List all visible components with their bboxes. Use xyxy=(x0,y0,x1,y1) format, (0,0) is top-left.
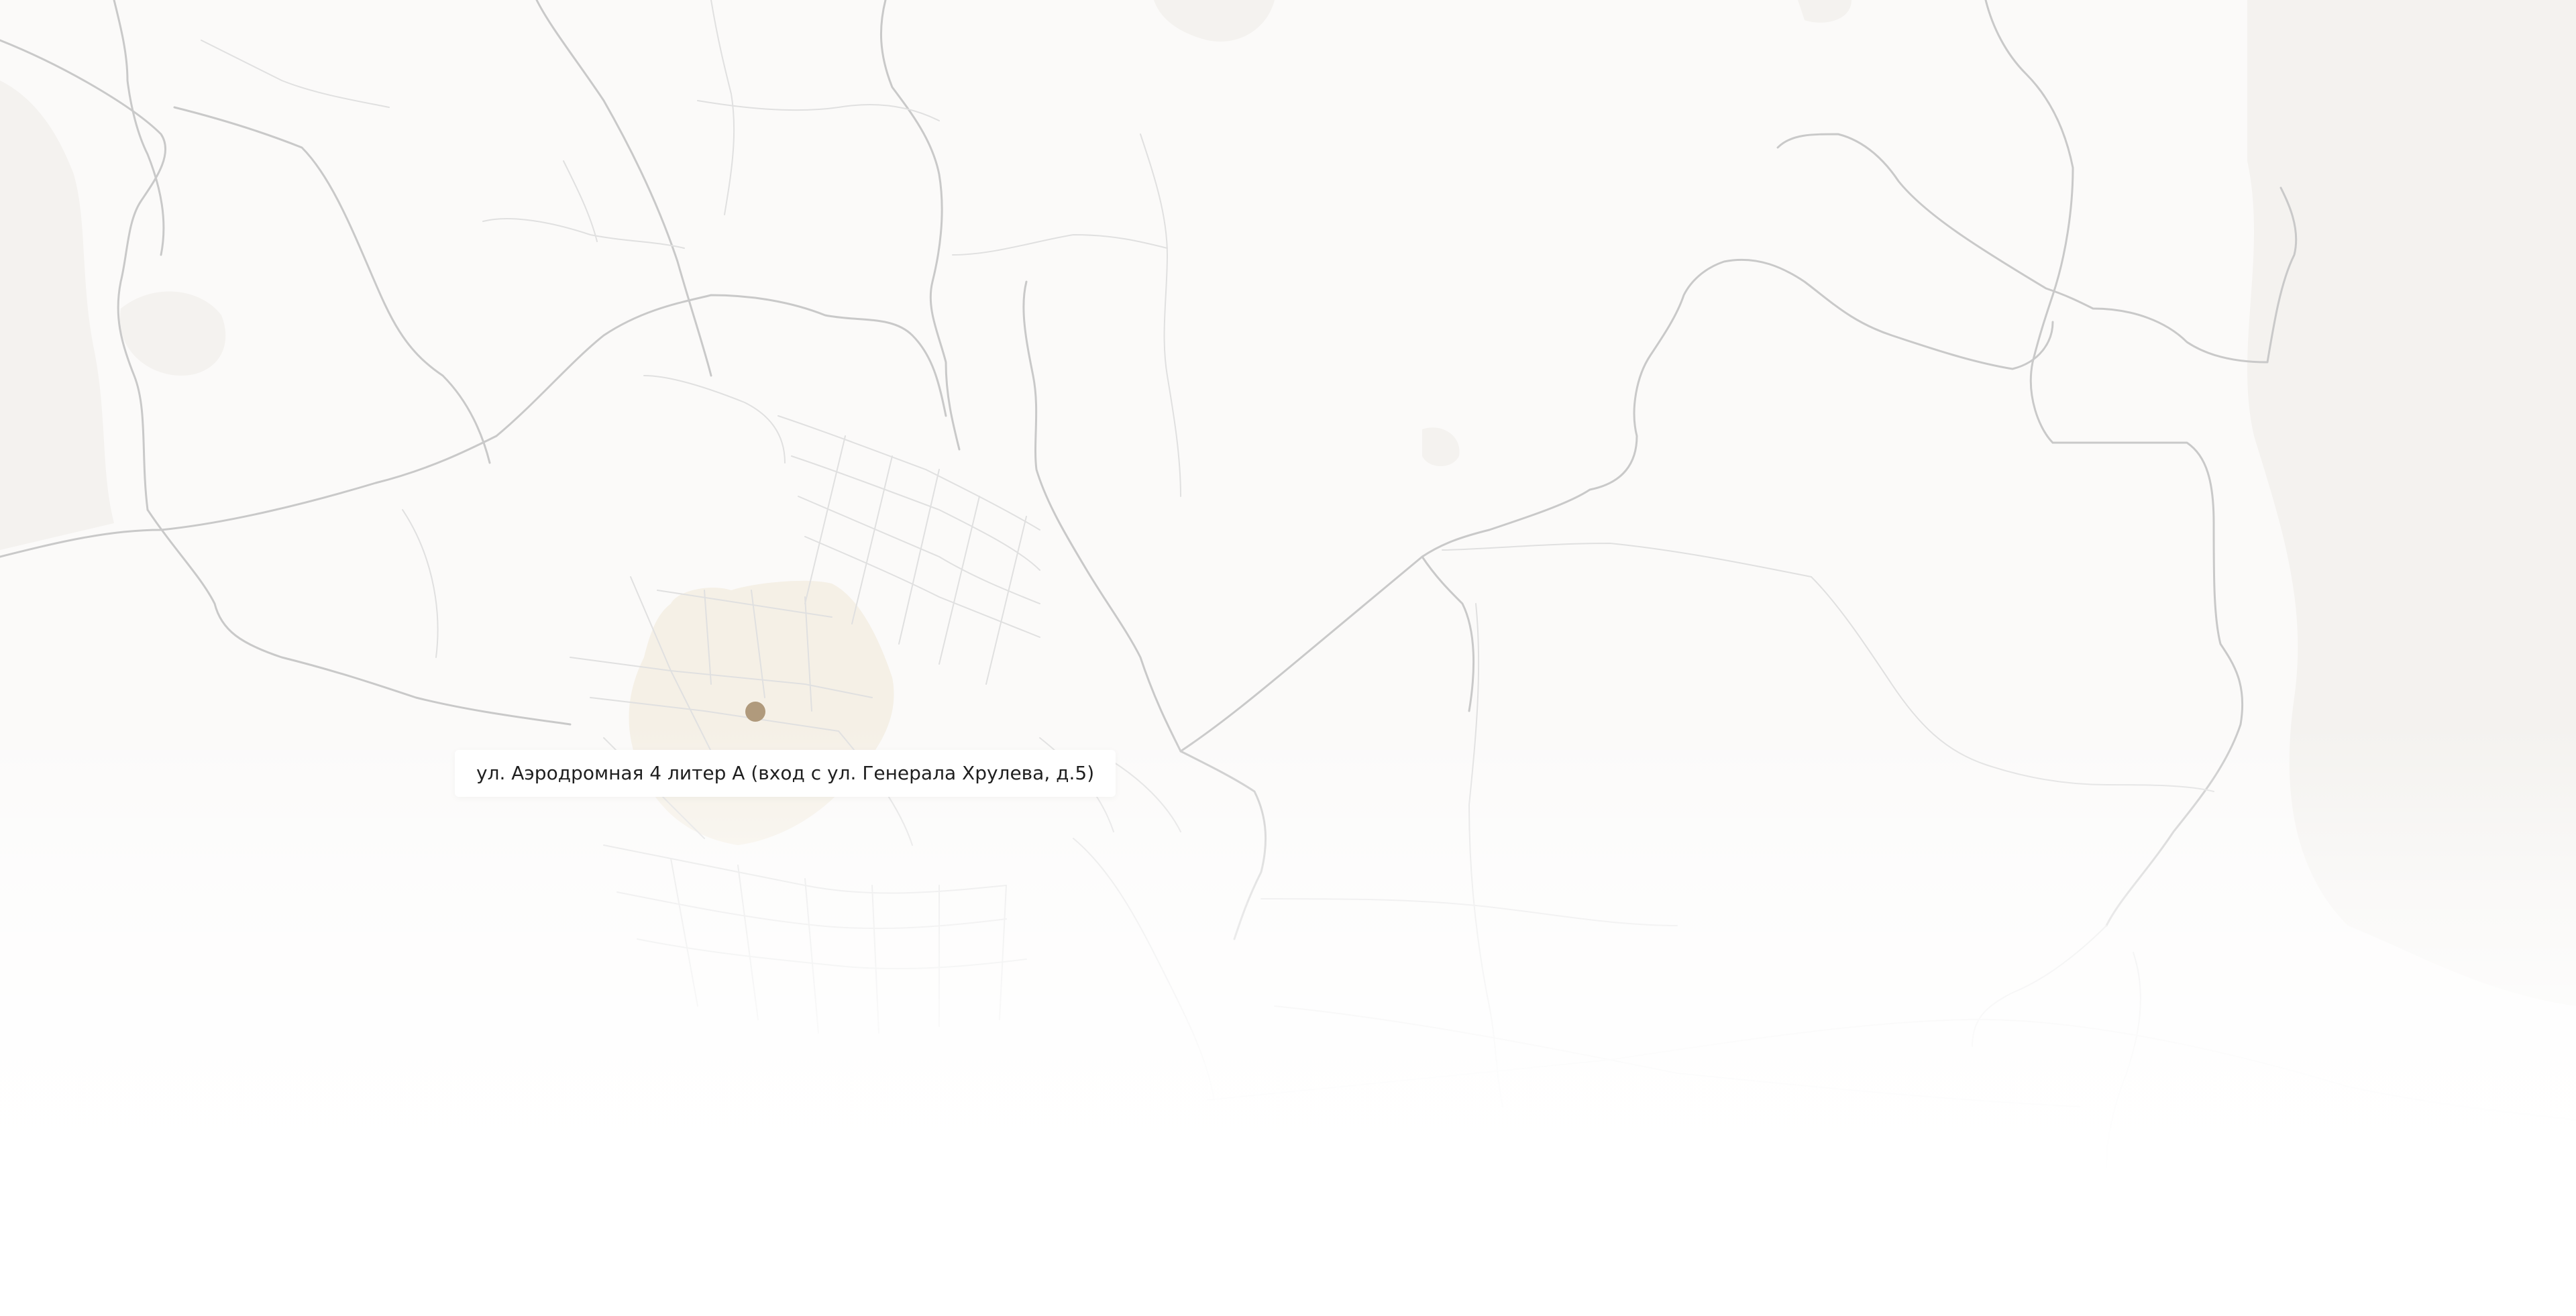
location-dot-icon[interactable] xyxy=(745,702,765,722)
map-tiles xyxy=(0,0,2576,1168)
map-view[interactable]: ул. Аэродромная 4 литер А (вход с ул. Ге… xyxy=(0,0,2576,1316)
address-label: ул. Аэродромная 4 литер А (вход с ул. Ге… xyxy=(455,750,1116,797)
water-areas xyxy=(0,0,2576,1006)
minor-roads xyxy=(201,0,2214,1168)
major-roads xyxy=(0,0,2298,940)
coastline xyxy=(1207,1018,2576,1121)
